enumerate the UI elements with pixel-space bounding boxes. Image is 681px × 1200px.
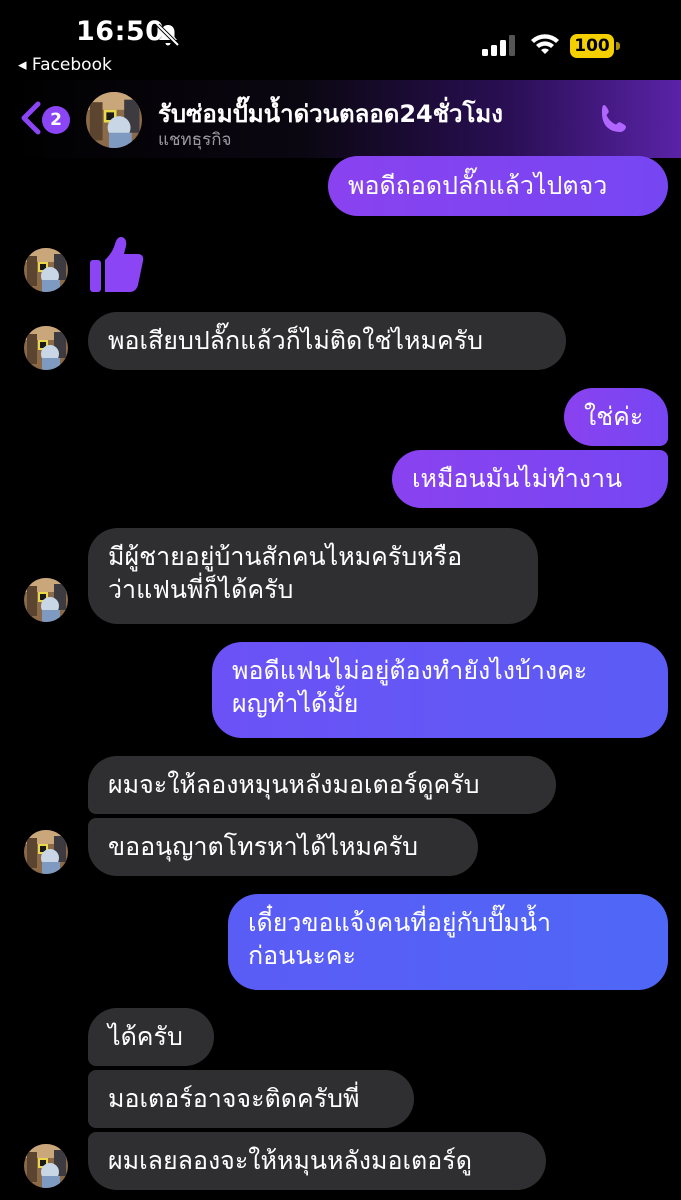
battery-indicator: 100 [570,34,622,58]
message-bubble-outgoing[interactable]: เดี๋ยวขอแจ้งคนที่อยู่กับปั๊มน้ำ ก่อนนะคะ [228,894,668,990]
status-bar: 16:50 ◂ Facebook 100 [0,0,681,80]
avatar[interactable] [24,248,68,292]
message-line: เดี๋ยวขอแจ้งคนที่อยู่กับปั๊มน้ำ [248,908,551,937]
message-text: มอเตอร์อาจจะติดครับพี่ [108,1084,360,1113]
phone-call-icon[interactable] [596,102,632,138]
message-bubble-incoming[interactable]: มีผู้ชายอยู่บ้านสักคนไหมครับหรือ ว่าแฟนพ… [88,528,538,624]
message-text: ได้ครับ [108,1022,183,1051]
message-line: ผญทำได้มั้ย [232,689,359,718]
avatar[interactable] [86,92,142,148]
back-to-app-link[interactable]: ◂ Facebook [18,55,112,75]
message-bubble-incoming[interactable]: มอเตอร์อาจจะติดครับพี่ [88,1070,414,1128]
status-time: 16:50 [76,16,165,47]
message-text: ใช่ค่ะ [584,402,644,431]
avatar[interactable] [24,326,68,370]
avatar[interactable] [24,830,68,874]
battery-level: 100 [570,34,614,58]
message-line: พอดีแฟนไม่อยู่ต้องทำยังไงบ้างคะ [232,656,588,685]
avatar[interactable] [24,578,68,622]
battery-tip [616,42,620,50]
message-text: เหมือนมันไม่ทำงาน [412,464,623,493]
wifi-icon [531,34,559,54]
chevron-left-icon[interactable] [18,100,44,136]
chat-subtitle: แชทธุรกิจ [158,130,232,150]
unread-badge[interactable]: 2 [42,106,70,134]
avatar[interactable] [24,1144,68,1188]
message-bubble-incoming[interactable]: ขออนุญาตโทรหาได้ไหมครับ [88,818,478,876]
message-bubble-outgoing[interactable]: เหมือนมันไม่ทำงาน [392,450,668,508]
message-bubble-outgoing[interactable]: พอดีแฟนไม่อยู่ต้องทำยังไงบ้างคะ ผญทำได้ม… [212,642,668,738]
message-bubble-incoming[interactable]: พอเสียบปลั๊กแล้วก็ไม่ติดใช่ไหมครับ [88,312,566,370]
message-bubble-incoming[interactable]: ผมจะให้ลองหมุนหลังมอเตอร์ดูครับ [88,756,556,814]
message-text: พอดีถอดปลั๊กแล้วไปตจว [348,171,608,200]
message-bubble-outgoing[interactable]: ใช่ค่ะ [564,388,668,446]
message-text: ผมจะให้ลองหมุนหลังมอเตอร์ดูครับ [108,770,480,799]
message-line: ก่อนนะคะ [248,941,356,970]
message-bubble-incoming[interactable]: ผมเลยลองจะให้หมุนหลังมอเตอร์ดู [88,1132,546,1190]
thumbs-up-icon[interactable] [88,234,146,294]
message-text: พอเสียบปลั๊กแล้วก็ไม่ติดใช่ไหมครับ [108,326,483,355]
message-line: ว่าแฟนพี่ก็ได้ครับ [108,575,294,604]
message-bubble-incoming[interactable]: ได้ครับ [88,1008,214,1066]
chat-header: 2 รับซ่อมปั๊มน้ำด่วนตลอด24ชั่วโมง แชทธุร… [0,80,681,158]
message-text: ผมเลยลองจะให้หมุนหลังมอเตอร์ดู [108,1146,472,1175]
bell-muted-icon [156,23,180,47]
cellular-signal-icon [482,35,515,56]
message-bubble-outgoing[interactable]: พอดีถอดปลั๊กแล้วไปตจว [328,156,668,216]
message-line: มีผู้ชายอยู่บ้านสักคนไหมครับหรือ [108,542,463,571]
message-text: ขออนุญาตโทรหาได้ไหมครับ [108,832,418,861]
